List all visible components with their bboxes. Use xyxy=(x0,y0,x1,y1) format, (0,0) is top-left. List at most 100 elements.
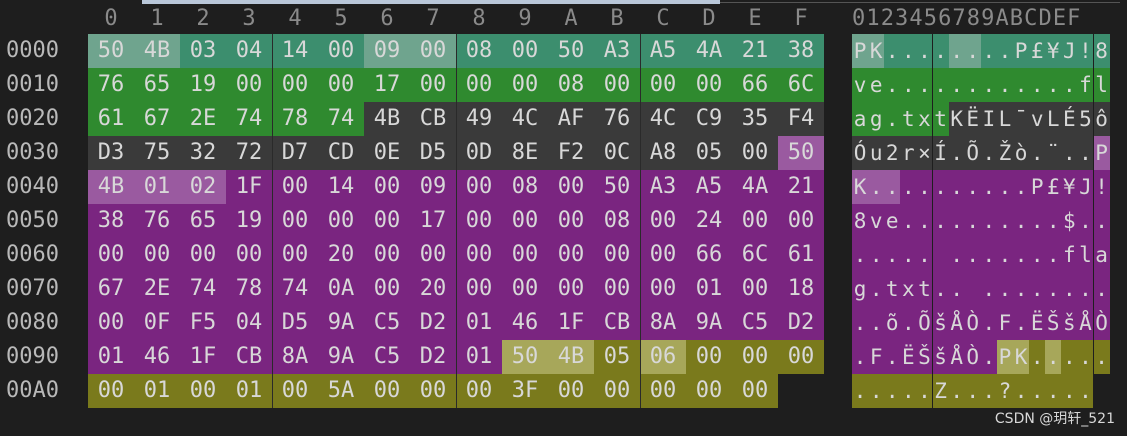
ascii-char-cell[interactable]: . xyxy=(884,340,901,374)
ascii-char-cell[interactable]: . xyxy=(948,204,965,238)
hex-byte-cell[interactable]: 5A xyxy=(318,374,364,408)
ascii-char-cell[interactable]: . xyxy=(1045,374,1062,408)
hex-byte-cell[interactable]: 9A xyxy=(318,306,364,340)
hex-byte-cell[interactable]: 50 xyxy=(778,136,824,170)
hex-byte-cell[interactable]: 78 xyxy=(226,272,272,306)
ascii-char-cell[interactable]: Ë xyxy=(900,340,917,374)
ascii-char-cell[interactable]: . xyxy=(1045,204,1062,238)
ascii-char-cell[interactable]: . xyxy=(1061,340,1078,374)
ascii-char-cell[interactable]: . xyxy=(1029,340,1046,374)
hex-byte-cell[interactable]: 67 xyxy=(88,272,134,306)
ascii-char-cell[interactable]: Ò xyxy=(964,340,981,374)
ascii-char-cell[interactable]: Ò xyxy=(964,306,981,340)
hex-byte-cell[interactable]: 46 xyxy=(502,306,548,340)
hex-byte-cell[interactable]: 0D xyxy=(456,136,502,170)
ascii-char-cell[interactable]: J xyxy=(1061,34,1078,68)
hex-byte-cell[interactable]: 65 xyxy=(134,68,180,102)
hex-byte-cell[interactable]: 00 xyxy=(456,272,502,306)
ascii-char-cell[interactable]: × xyxy=(916,136,933,170)
ascii-char-cell[interactable]: . xyxy=(996,68,1013,102)
hex-byte-cell[interactable]: D7 xyxy=(272,136,318,170)
hex-byte-cell[interactable]: 9A xyxy=(318,340,364,374)
hex-byte-cell[interactable]: 00 xyxy=(502,34,548,68)
hex-byte-cell[interactable]: 76 xyxy=(88,68,134,102)
hex-byte-cell[interactable]: 75 xyxy=(134,136,180,170)
hex-byte-cell[interactable]: 4B xyxy=(364,102,410,136)
hex-byte-cell[interactable]: 74 xyxy=(272,272,318,306)
ascii-char-cell[interactable]: . xyxy=(900,204,917,238)
hex-byte-cell[interactable]: 00 xyxy=(456,204,502,238)
ascii-char-cell[interactable]: f xyxy=(1077,68,1094,102)
hex-byte-cell[interactable]: 08 xyxy=(548,68,594,102)
ascii-char-cell[interactable]: . xyxy=(900,306,917,340)
hex-byte-cell[interactable]: 4A xyxy=(732,170,778,204)
hex-byte-cell[interactable]: 00 xyxy=(640,68,686,102)
ascii-char-cell[interactable]: . xyxy=(1045,272,1062,306)
hex-byte-cell[interactable]: 38 xyxy=(778,34,824,68)
ascii-char-cell[interactable]: . xyxy=(996,272,1013,306)
ascii-char-cell[interactable]: P xyxy=(1093,136,1110,170)
ascii-char-cell[interactable]: . xyxy=(1029,204,1046,238)
ascii-char-cell[interactable]: t xyxy=(916,272,933,306)
ascii-char-cell[interactable]: . xyxy=(868,374,885,408)
ascii-char-cell[interactable]: . xyxy=(916,238,933,272)
hex-byte-cell[interactable]: C5 xyxy=(364,306,410,340)
hex-byte-cell[interactable]: D3 xyxy=(88,136,134,170)
ascii-char-cell[interactable]: u xyxy=(868,136,885,170)
ascii-char-cell[interactable]: . xyxy=(1029,68,1046,102)
hex-byte-cell[interactable]: A8 xyxy=(640,136,686,170)
hex-byte-cell[interactable]: 2E xyxy=(134,272,180,306)
ascii-char-cell[interactable]: L xyxy=(996,102,1013,136)
hex-byte-cell[interactable]: 08 xyxy=(502,170,548,204)
hex-byte-cell[interactable]: 21 xyxy=(732,34,778,68)
ascii-char-cell[interactable]: . xyxy=(916,170,933,204)
ascii-char-cell[interactable]: L xyxy=(1045,102,1062,136)
ascii-char-cell[interactable]: Ë xyxy=(1029,306,1046,340)
ascii-char-cell[interactable]: É xyxy=(1061,102,1078,136)
hex-byte-cell[interactable]: 00 xyxy=(686,68,732,102)
hex-byte-cell[interactable]: 00 xyxy=(594,68,640,102)
ascii-char-cell[interactable]: . xyxy=(948,238,965,272)
hex-byte-cell[interactable]: 1F xyxy=(548,306,594,340)
ascii-char-cell[interactable]: š xyxy=(1061,306,1078,340)
hex-byte-cell[interactable]: D2 xyxy=(778,306,824,340)
hex-byte-cell[interactable]: 61 xyxy=(88,102,134,136)
hex-byte-cell[interactable]: 0E xyxy=(364,136,410,170)
ascii-char-cell[interactable]: Õ xyxy=(964,136,981,170)
ascii-char-cell[interactable]: . xyxy=(996,204,1013,238)
hex-byte-cell[interactable]: D2 xyxy=(410,306,456,340)
hex-byte-cell[interactable]: 21 xyxy=(778,170,824,204)
ascii-char-cell[interactable]: . xyxy=(996,170,1013,204)
hex-byte-cell[interactable]: F2 xyxy=(548,136,594,170)
ascii-char-cell[interactable]: . xyxy=(852,340,869,374)
ascii-char-cell[interactable]: . xyxy=(868,306,885,340)
hex-byte-cell[interactable]: 00 xyxy=(226,238,272,272)
hex-byte-cell[interactable]: 74 xyxy=(226,102,272,136)
ascii-char-cell[interactable]: v xyxy=(868,204,885,238)
ascii-char-cell[interactable]: . xyxy=(948,136,965,170)
ascii-char-cell[interactable]: . xyxy=(884,68,901,102)
ascii-char-cell[interactable]: . xyxy=(932,34,949,68)
hex-byte-cell[interactable]: 66 xyxy=(686,238,732,272)
ascii-char-cell[interactable]: . xyxy=(1013,238,1030,272)
ascii-char-cell[interactable]: . xyxy=(1029,272,1046,306)
hex-byte-cell[interactable]: AF xyxy=(548,102,594,136)
hex-byte-cell[interactable]: 78 xyxy=(272,102,318,136)
hex-byte-cell[interactable]: 00 xyxy=(272,238,318,272)
hex-byte-cell[interactable]: C5 xyxy=(364,340,410,374)
hex-byte-cell[interactable]: 00 xyxy=(88,374,134,408)
ascii-char-cell[interactable]: . xyxy=(868,238,885,272)
ascii-char-cell[interactable]: . xyxy=(916,34,933,68)
hex-byte-cell[interactable]: 19 xyxy=(226,204,272,238)
ascii-char-cell[interactable]: . xyxy=(1077,272,1094,306)
hex-byte-cell[interactable]: A5 xyxy=(640,34,686,68)
ascii-char-cell[interactable]: . xyxy=(916,68,933,102)
hex-byte-cell[interactable]: 00 xyxy=(778,204,824,238)
ascii-char-cell[interactable]: . xyxy=(948,68,965,102)
ascii-char-cell[interactable]: K xyxy=(852,170,869,204)
hex-byte-cell[interactable]: 9A xyxy=(686,306,732,340)
hex-byte-cell[interactable]: 6C xyxy=(778,68,824,102)
ascii-char-cell[interactable]: . xyxy=(900,238,917,272)
ascii-char-cell[interactable]: J xyxy=(1077,170,1094,204)
hex-byte-cell[interactable]: 00 xyxy=(502,238,548,272)
